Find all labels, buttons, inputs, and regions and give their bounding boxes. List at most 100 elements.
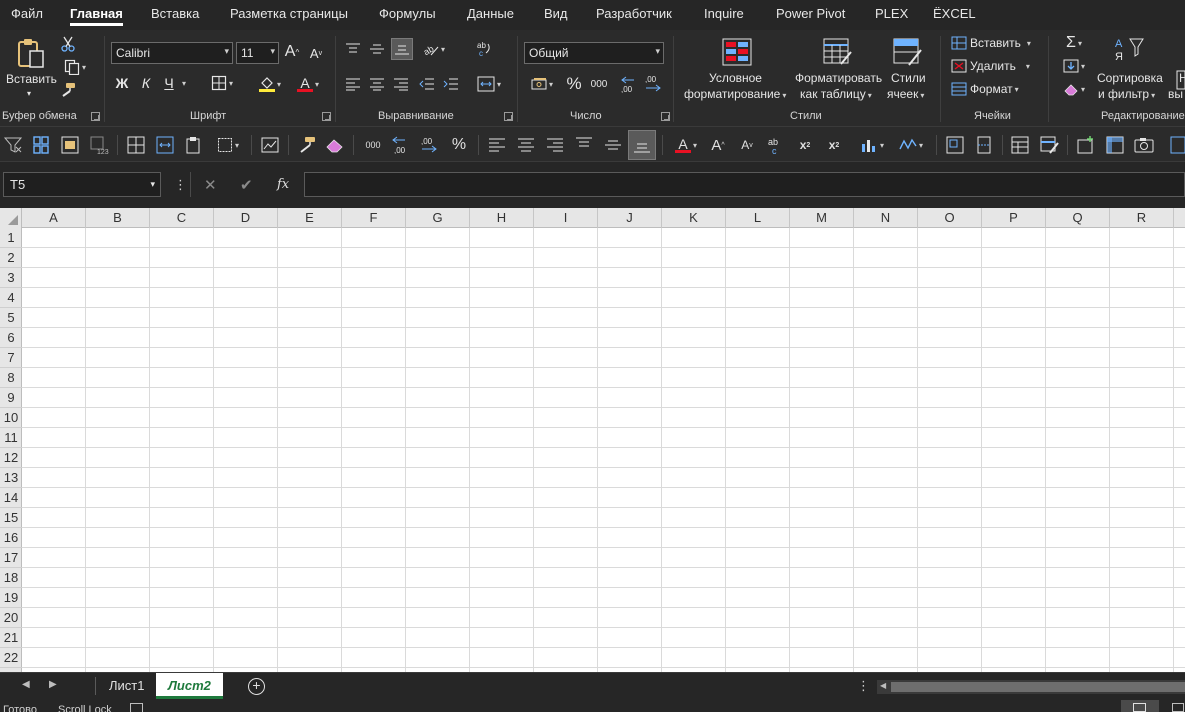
column-header[interactable]: Q xyxy=(1046,208,1110,228)
row-header[interactable]: 8 xyxy=(0,368,22,388)
tab-splitter-icon[interactable]: ⋮ xyxy=(857,678,870,694)
enter-icon[interactable]: ✔ xyxy=(240,176,253,194)
decrease-decimal-icon[interactable]: ,00 xyxy=(418,135,440,155)
align-top-icon[interactable] xyxy=(573,135,595,155)
column-header[interactable]: E xyxy=(278,208,342,228)
align-center-icon[interactable] xyxy=(515,135,537,155)
insert-table-icon[interactable] xyxy=(1009,135,1031,155)
font-color-qat-button[interactable]: A ▾ xyxy=(669,135,703,155)
row-header[interactable]: 14 xyxy=(0,488,22,508)
camera-icon[interactable] xyxy=(1133,135,1155,155)
tab-file[interactable]: Файл xyxy=(11,6,43,21)
grid-view-icon[interactable] xyxy=(1168,135,1185,155)
grow-font-button[interactable]: A ^ xyxy=(284,42,300,62)
paste-icon[interactable] xyxy=(15,36,47,70)
find-select-icon[interactable] xyxy=(1176,70,1185,90)
row-header[interactable]: 19 xyxy=(0,588,22,608)
align-left-icon[interactable] xyxy=(345,77,361,91)
column-header[interactable]: O xyxy=(918,208,982,228)
fill-button[interactable]: ▾ xyxy=(1058,57,1090,75)
row-header[interactable]: 15 xyxy=(0,508,22,528)
sparkline-qat-button[interactable]: ▾ xyxy=(894,135,928,155)
format-as-table-button[interactable]: как таблицу ▾ xyxy=(800,86,872,104)
font-color-button[interactable]: A ▾ xyxy=(292,74,324,94)
column-header[interactable]: D xyxy=(214,208,278,228)
clear-button[interactable]: ▾ xyxy=(1058,80,1090,98)
format-as-table-icon[interactable] xyxy=(823,38,853,66)
column-header[interactable]: N xyxy=(854,208,918,228)
sort-filter-icon[interactable]: А Я xyxy=(1115,36,1145,64)
row-header[interactable]: 22 xyxy=(0,648,22,668)
tab-home[interactable]: Главная xyxy=(70,6,123,26)
increase-decimal-icon[interactable]: ,00 xyxy=(620,74,638,94)
column-header[interactable]: P xyxy=(982,208,1046,228)
paste-dropdown-icon[interactable]: ▾ xyxy=(22,88,36,98)
row-header[interactable]: 5 xyxy=(0,308,22,328)
column-header[interactable]: J xyxy=(598,208,662,228)
decrease-indent-icon[interactable] xyxy=(419,77,435,91)
row-header[interactable]: 3 xyxy=(0,268,22,288)
insert-function-button[interactable]: fx xyxy=(277,177,289,192)
font-launcher-icon[interactable] xyxy=(322,112,331,121)
chart-image-icon[interactable] xyxy=(259,135,281,155)
row-header[interactable]: 4 xyxy=(0,288,22,308)
shrink-font-button[interactable]: Av xyxy=(308,44,324,62)
row-header[interactable]: 16 xyxy=(0,528,22,548)
column-header[interactable]: I xyxy=(534,208,598,228)
underline-button[interactable]: Ч xyxy=(160,74,178,92)
cell-styles-icon[interactable] xyxy=(893,38,923,66)
tab-power-pivot[interactable]: Power Pivot xyxy=(776,6,845,21)
cell-area[interactable] xyxy=(22,228,1185,672)
row-header[interactable]: 20 xyxy=(0,608,22,628)
conditional-formatting-label-1[interactable]: Условное xyxy=(709,70,762,86)
format-as-table-label-1[interactable]: Форматировать xyxy=(795,70,882,86)
conditional-formatting-icon[interactable] xyxy=(722,38,752,66)
formula-input[interactable] xyxy=(304,172,1185,197)
thousands-separator-button[interactable]: 000 xyxy=(589,76,609,92)
row-header[interactable]: 18 xyxy=(0,568,22,588)
name-box[interactable]: T5 ▾ xyxy=(3,172,161,197)
align-middle-icon[interactable] xyxy=(602,135,624,155)
column-header[interactable]: R xyxy=(1110,208,1174,228)
pivot-table-icon[interactable] xyxy=(1104,135,1126,155)
insert-cells-button[interactable]: Вставить ▾ xyxy=(951,36,1031,50)
page-break-icon[interactable] xyxy=(973,135,995,155)
eraser-icon[interactable] xyxy=(324,135,346,155)
percent-icon[interactable]: % xyxy=(448,135,470,155)
subscript-icon[interactable]: x2 xyxy=(823,135,845,155)
column-header[interactable]: C xyxy=(150,208,214,228)
fill-color-button[interactable]: ▾ xyxy=(254,74,286,94)
merge-center-button[interactable]: ▾ xyxy=(472,75,506,93)
tab-excel-addin[interactable]: ЁXCEL xyxy=(933,6,976,21)
new-sheet-icon[interactable] xyxy=(1075,135,1097,155)
format-painter-icon[interactable] xyxy=(60,82,76,98)
increase-decimal-icon[interactable]: ,00 xyxy=(390,135,412,155)
row-header[interactable]: 7 xyxy=(0,348,22,368)
wrap-text-icon[interactable]: ab c xyxy=(474,40,494,58)
horizontal-scrollbar[interactable]: ◀ xyxy=(877,680,1185,694)
number-to-text-icon[interactable]: 123 xyxy=(88,135,110,155)
table-style-icon[interactable] xyxy=(1038,135,1060,155)
row-header[interactable]: 9 xyxy=(0,388,22,408)
column-header[interactable]: K xyxy=(662,208,726,228)
row-header[interactable]: 2 xyxy=(0,248,22,268)
number-launcher-icon[interactable] xyxy=(661,112,670,121)
bar-chart-qat-button[interactable]: ▾ xyxy=(855,135,889,155)
row-header[interactable]: 17 xyxy=(0,548,22,568)
clipboard-launcher-icon[interactable] xyxy=(91,112,100,121)
tab-view[interactable]: Вид xyxy=(544,6,568,21)
cancel-icon[interactable]: ✕ xyxy=(204,176,217,194)
tab-page-layout[interactable]: Разметка страницы xyxy=(230,6,348,21)
autosum-button[interactable]: Σ ▾ xyxy=(1058,34,1090,52)
scrollbar-thumb[interactable] xyxy=(891,682,1185,692)
shrink-font-icon[interactable]: Av xyxy=(736,135,758,155)
borders-qat-button[interactable]: ▾ xyxy=(212,135,244,155)
scroll-tabs-left-icon[interactable]: ◀ xyxy=(22,679,30,690)
grow-font-icon[interactable]: A ^ xyxy=(707,135,729,155)
increase-indent-icon[interactable] xyxy=(443,77,459,91)
align-middle-icon[interactable] xyxy=(369,42,385,56)
worksheet-grid[interactable]: ABCDEFGHIJKLMNOPQR 1 2 3 4 5 6 7 8 9 10 11 12 13 14 15… xyxy=(0,208,1185,672)
column-header[interactable]: G xyxy=(406,208,470,228)
alignment-launcher-icon[interactable] xyxy=(504,112,513,121)
macro-record-icon[interactable] xyxy=(130,703,143,712)
